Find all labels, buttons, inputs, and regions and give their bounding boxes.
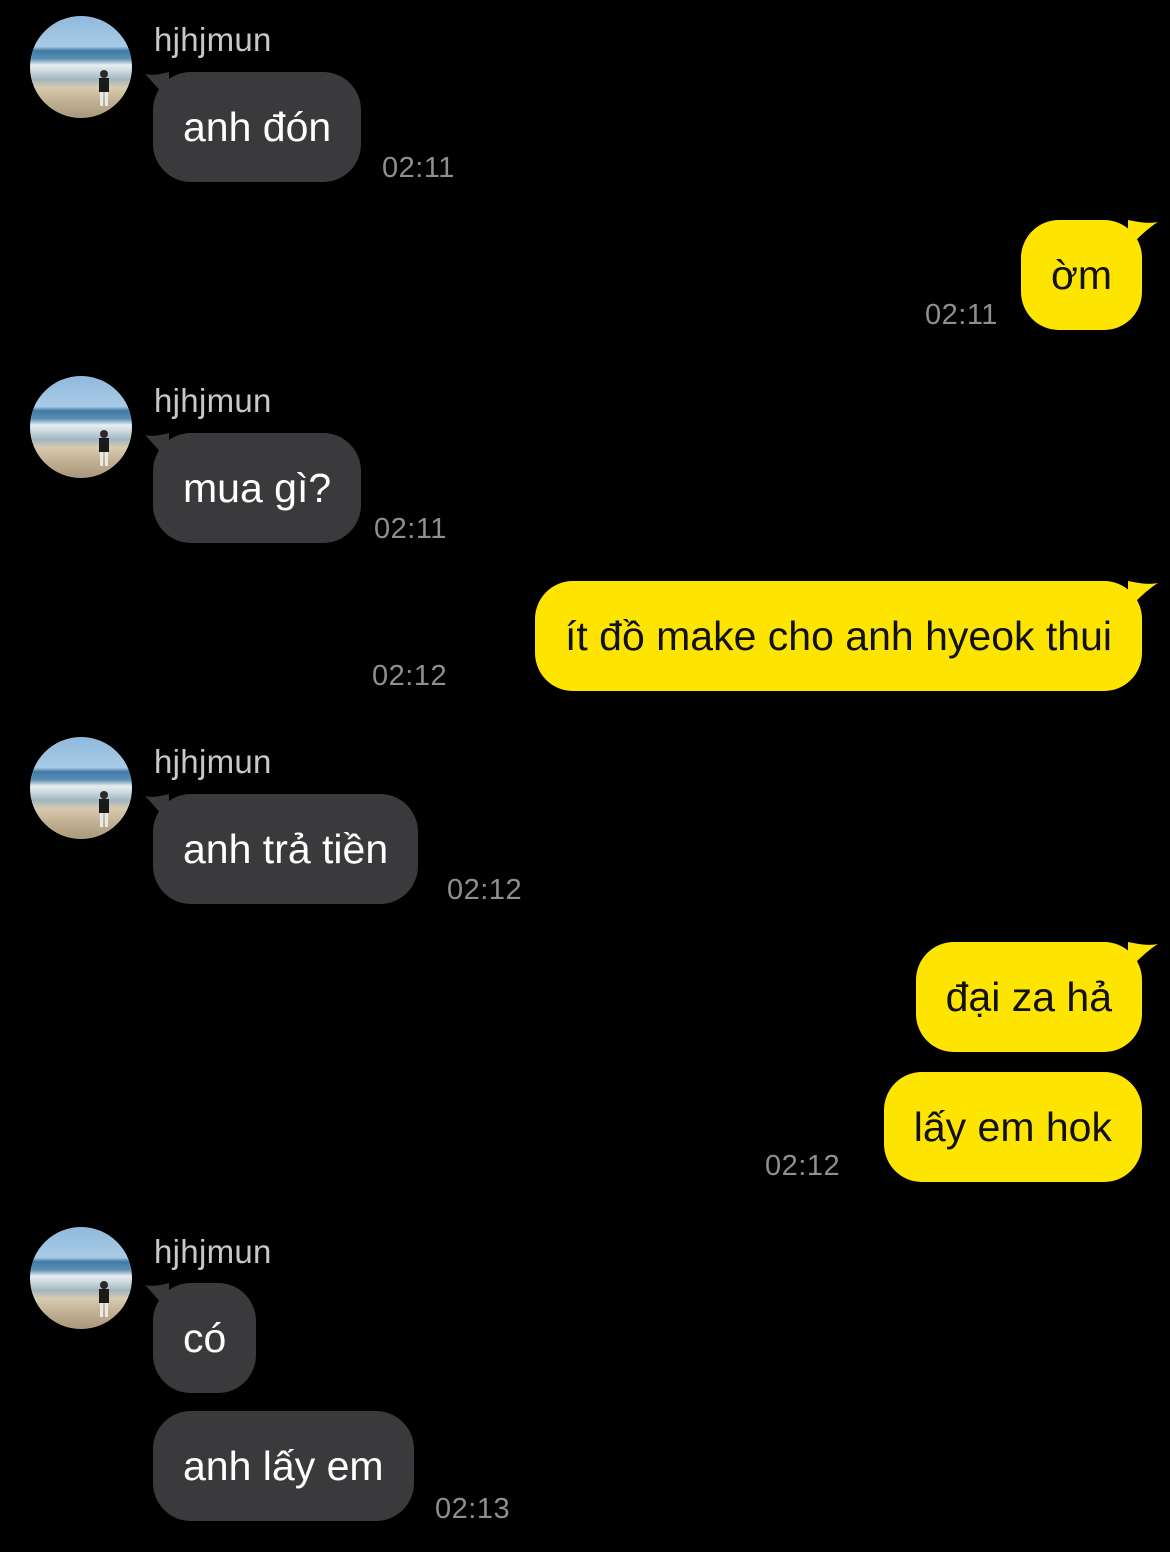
person-figure-icon [99,1281,109,1317]
message-text: có [183,1314,227,1361]
bubble-tail-icon [145,433,169,461]
outgoing-message-bubble[interactable]: đại za hả [915,942,1158,1052]
bubble-tail-icon [1128,581,1158,609]
incoming-message-bubble[interactable]: anh đón [145,72,362,182]
incoming-message-bubble[interactable]: có [145,1283,257,1393]
message-text: anh đón [183,103,332,150]
message-text: ờm [1050,251,1112,298]
person-figure-icon [99,791,109,827]
incoming-message-bubble[interactable]: anh trả tiền [145,794,419,904]
message-text: anh trả tiền [183,825,389,872]
message-timestamp: 02:13 [435,1493,511,1525]
person-figure-icon [99,70,109,106]
avatar[interactable] [30,16,132,118]
avatar[interactable] [30,1227,132,1329]
message-timestamp: 02:11 [925,299,998,331]
outgoing-message-bubble[interactable]: ờm [1020,220,1158,330]
bubble-tail-icon [1128,220,1158,248]
message-text: mua gì? [183,464,332,511]
message-timestamp: 02:11 [374,513,447,545]
sender-name: hjhjmun [154,743,272,780]
incoming-message-bubble[interactable]: anh lấy em [153,1411,414,1521]
sender-name: hjhjmun [154,382,272,419]
bubble-tail-icon [145,794,169,822]
bubble-tail-icon [145,1283,169,1311]
message-timestamp: 02:12 [447,874,523,906]
person-figure-icon [99,430,109,466]
outgoing-message-bubble[interactable]: ít đồ make cho anh hyeok thui [534,581,1158,691]
message-timestamp: 02:11 [382,152,455,184]
sender-name: hjhjmun [154,21,272,58]
incoming-message-bubble[interactable]: mua gì? [145,433,362,543]
bubble-tail-icon [145,72,169,100]
bubble-tail-icon [1128,942,1158,970]
message-text: anh lấy em [183,1442,384,1489]
avatar[interactable] [30,376,132,478]
message-text: đại za hả [945,973,1112,1020]
avatar[interactable] [30,737,132,839]
sender-name: hjhjmun [154,1233,272,1270]
message-timestamp: 02:12 [765,1150,841,1182]
outgoing-message-bubble[interactable]: lấy em hok [883,1072,1142,1182]
message-text: lấy em hok [913,1103,1112,1150]
message-timestamp: 02:12 [372,660,448,692]
message-text: ít đồ make cho anh hyeok thui [564,612,1112,659]
